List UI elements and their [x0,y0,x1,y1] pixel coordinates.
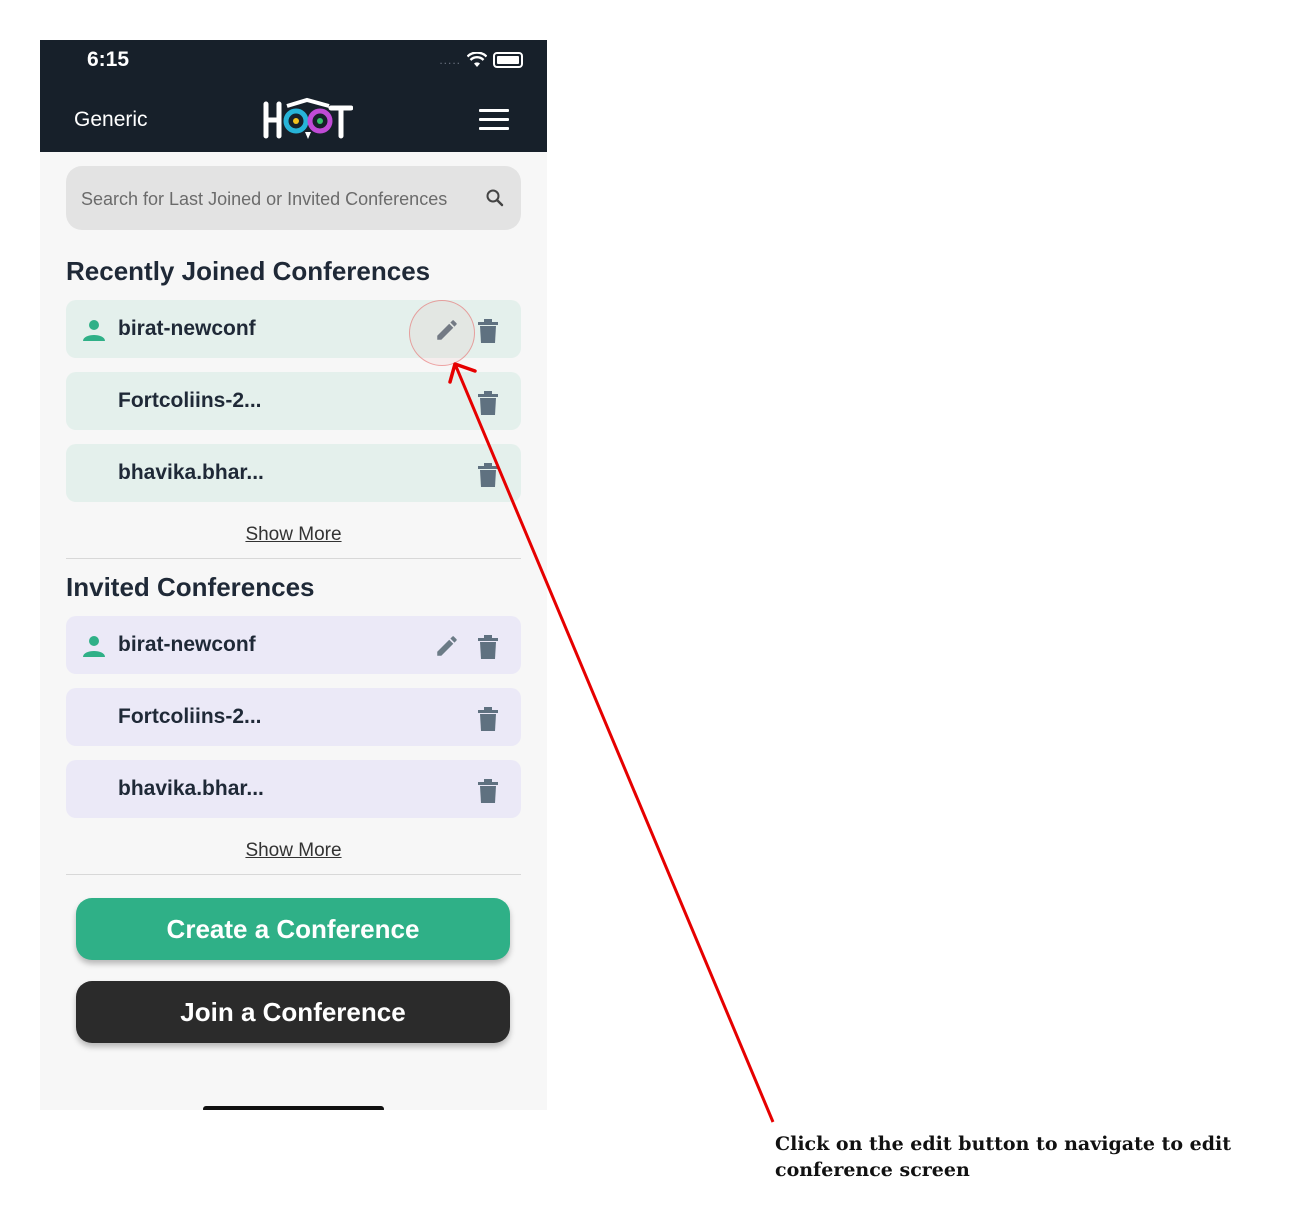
section-divider [66,874,521,875]
person-icon [83,636,105,657]
recent-show-more-link[interactable]: Show More [40,524,547,546]
trash-icon[interactable] [477,318,499,344]
invited-show-more-link[interactable]: Show More [40,840,547,862]
annotation-caption: Click on the edit button to navigate to … [775,1133,1231,1181]
conference-name: bhavika.bhar... [118,461,264,484]
phone-screen: 6:15 ..... Generic Search for Last Joine… [40,40,547,1110]
trash-icon[interactable] [477,462,499,488]
home-indicator [203,1106,384,1110]
section-divider [66,558,521,559]
signal-dots-icon: ..... [439,53,461,67]
invited-conference-row[interactable]: birat-newconf [66,616,521,674]
conference-name: bhavika.bhar... [118,777,264,800]
trash-icon[interactable] [477,390,499,416]
invited-title: Invited Conferences [66,572,315,602]
edit-highlight-circle [409,300,475,366]
invited-conference-row[interactable]: bhavika.bhar... [66,760,521,818]
status-icons: ..... [439,52,523,68]
person-icon [83,320,105,341]
trash-icon[interactable] [477,778,499,804]
recently-joined-title: Recently Joined Conferences [66,256,431,286]
conference-name: Fortcoliins-2... [118,389,262,412]
join-conference-button[interactable]: Join a Conference [76,981,510,1043]
edit-pencil-icon[interactable] [434,633,460,659]
conference-search[interactable] [66,166,521,232]
hoot-logo [263,97,353,139]
recent-conference-row[interactable]: Fortcoliins-2... [66,372,521,430]
trash-icon[interactable] [477,634,499,660]
battery-icon [493,52,523,68]
conference-name: birat-newconf [118,633,256,656]
wifi-icon [467,52,487,67]
trash-icon[interactable] [477,706,499,732]
app-header: 6:15 ..... Generic [40,40,547,152]
conference-name: Fortcoliins-2... [118,705,262,728]
hamburger-menu-icon[interactable] [479,109,509,133]
invited-conference-row[interactable]: Fortcoliins-2... [66,688,521,746]
status-time: 6:15 [87,48,130,71]
search-icon[interactable] [485,188,505,208]
search-input[interactable] [79,166,483,232]
context-label: Generic [74,108,148,131]
recent-conference-row[interactable]: bhavika.bhar... [66,444,521,502]
conference-name: birat-newconf [118,317,256,340]
create-conference-button[interactable]: Create a Conference [76,898,510,960]
